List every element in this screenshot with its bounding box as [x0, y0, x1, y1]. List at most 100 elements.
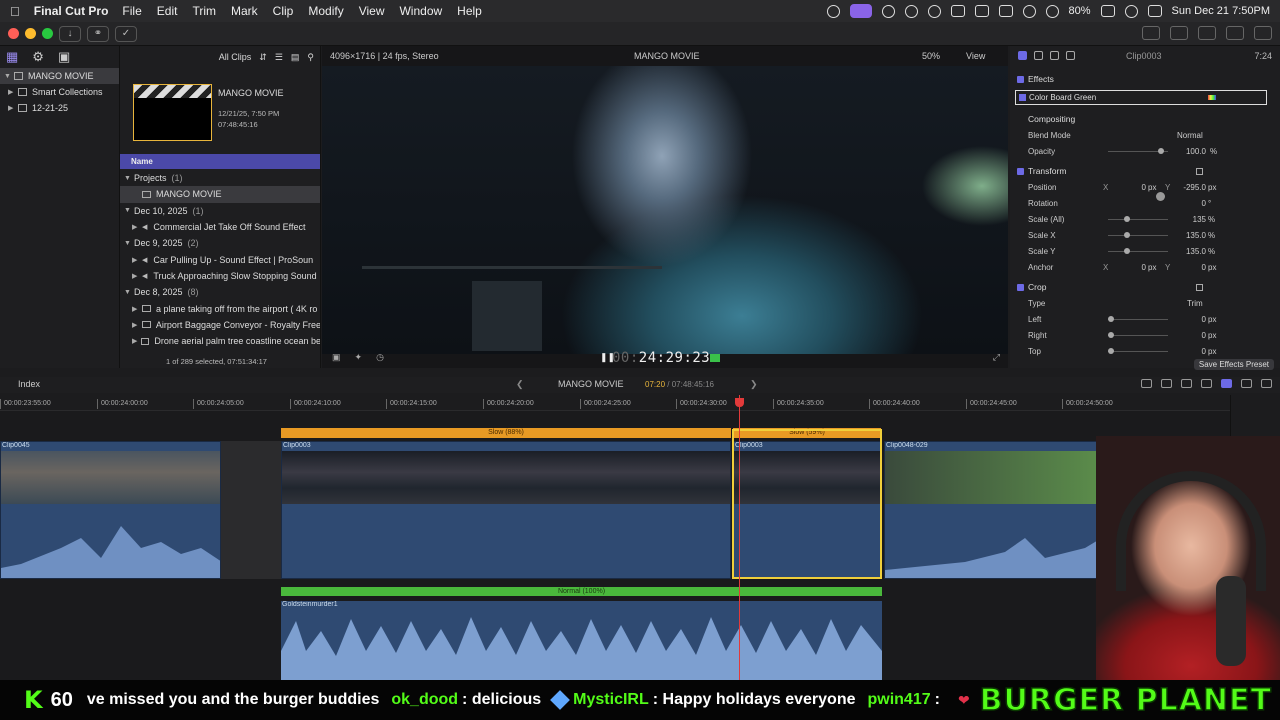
rotation-dial[interactable] — [1156, 192, 1165, 201]
list-item[interactable]: ▶ ◀ Car Pulling Up - Sound Effect | ProSou… — [120, 251, 320, 267]
creative-cloud-icon[interactable] — [826, 4, 840, 18]
crop-top-value[interactable]: 0 — [1180, 347, 1206, 356]
crop-right-value[interactable]: 0 — [1180, 331, 1206, 340]
library-item-event[interactable]: ▶ 12-21-25 — [0, 100, 119, 116]
list-item[interactable]: MANGO MOVIE — [120, 186, 320, 203]
slider-knob[interactable] — [1108, 347, 1114, 354]
screen-mirror-icon[interactable] — [998, 5, 1013, 17]
slider-knob[interactable] — [1108, 315, 1114, 322]
color-board-icon[interactable] — [1208, 95, 1216, 100]
back-arrow-icon[interactable]: ❮ — [516, 379, 524, 390]
disclosure-down-icon[interactable]: ▼ — [124, 207, 134, 214]
anchor-row[interactable]: Anchor X 0 px Y 0 px — [1010, 259, 1280, 275]
scale-y-value[interactable]: 135.0 — [1180, 247, 1206, 256]
browser-toggle-icon[interactable] — [1170, 26, 1188, 40]
slider-knob[interactable] — [1108, 331, 1114, 338]
all-clips-filter[interactable]: All Clips — [219, 52, 252, 62]
rotation-row[interactable]: Rotation 0 ° — [1010, 192, 1280, 211]
solo-icon[interactable] — [1201, 379, 1212, 388]
apple-menu-icon[interactable]:  — [10, 4, 20, 19]
retime-bar[interactable]: Slow (88%) — [281, 428, 731, 438]
slider-knob[interactable] — [1124, 215, 1130, 222]
menu-file[interactable]: File — [122, 4, 141, 18]
audio-skimming-icon[interactable] — [1181, 379, 1192, 388]
list-group[interactable]: ▼ Dec 9, 2025 (2) — [120, 235, 320, 251]
bluetooth-icon[interactable] — [1022, 4, 1036, 18]
menu-modify[interactable]: Modify — [308, 4, 343, 18]
play-status-icon[interactable] — [927, 4, 941, 18]
library-item-smart-collections[interactable]: ▶ Smart Collections — [0, 84, 119, 100]
opacity-value[interactable]: 100.0 — [1180, 147, 1206, 156]
slider-knob[interactable] — [1158, 147, 1164, 154]
disclosure-down-icon[interactable]: ▼ — [124, 175, 134, 182]
position-row[interactable]: Position X 0 px Y -295.0 px — [1010, 179, 1280, 195]
list-group[interactable]: ▼ Projects (1) — [120, 170, 320, 186]
slider-knob[interactable] — [1124, 247, 1130, 254]
blend-mode-row[interactable]: Blend Mode Normal — [1010, 127, 1280, 143]
disclosure-right-icon[interactable]: ▶ — [132, 305, 142, 313]
position-y-value[interactable]: -295.0 — [1180, 183, 1206, 192]
enhance-tool-icon[interactable]: ✦ — [355, 352, 363, 363]
effects-browser-icon[interactable] — [1241, 379, 1252, 388]
effect-checkbox[interactable] — [1019, 94, 1026, 101]
forward-arrow-icon[interactable]: ❯ — [750, 379, 758, 390]
disclosure-right-icon[interactable]: ▶ — [132, 256, 142, 264]
audio-inspector-icon[interactable] — [1050, 51, 1059, 60]
spotlight-icon[interactable] — [1124, 4, 1138, 18]
battery-icon[interactable] — [1100, 5, 1115, 17]
clip-height-icon[interactable] — [1161, 379, 1172, 388]
disclosure-down-icon[interactable]: ▼ — [4, 73, 14, 80]
crop-checkbox[interactable] — [1017, 283, 1024, 291]
inspector-toggle-icon[interactable] — [1226, 26, 1244, 40]
obs-icon[interactable] — [881, 4, 895, 18]
search-icon[interactable]: ⚲ — [307, 52, 314, 63]
scale-y-row[interactable]: Scale Y 135.0% — [1010, 243, 1280, 259]
filter-chevron-icon[interactable]: ⇵ — [259, 52, 267, 63]
view-menu[interactable]: View — [966, 51, 985, 61]
crop-onscreen-icon[interactable] — [1196, 283, 1203, 291]
crop-right-row[interactable]: Right 0 px — [1010, 327, 1280, 343]
list-item[interactable]: ▶ ◀ Commercial Jet Take Off Sound Effect — [120, 219, 320, 235]
list-view-icon[interactable]: ☰ — [275, 52, 283, 63]
keyword-icon[interactable]: ⚭ — [87, 25, 109, 42]
minimize-window-button[interactable] — [25, 28, 36, 39]
crop-top-slider[interactable] — [1108, 347, 1168, 354]
speed-tool-icon[interactable]: ◷ — [376, 352, 384, 363]
anchor-y-value[interactable]: 0 — [1180, 263, 1206, 272]
crop-left-value[interactable]: 0 — [1180, 315, 1206, 324]
disclosure-right-icon[interactable]: ▶ — [132, 223, 142, 231]
disclosure-right-icon[interactable]: ▶ — [8, 104, 18, 112]
disclosure-right-icon[interactable]: ▶ — [132, 321, 142, 329]
fullscreen-icon[interactable]: ⤢ — [993, 352, 1000, 363]
position-x-value[interactable]: 0 — [1120, 183, 1146, 192]
crop-right-slider[interactable] — [1108, 331, 1168, 338]
crop-type-row[interactable]: Type Trim — [1010, 295, 1280, 311]
record-icon[interactable] — [904, 4, 918, 18]
menu-edit[interactable]: Edit — [157, 4, 178, 18]
disclosure-right-icon[interactable]: ▶ — [132, 272, 142, 280]
zoom-window-button[interactable] — [42, 28, 53, 39]
effect-row-color-board[interactable]: Color Board Green — [1015, 90, 1267, 105]
audio-retime-bar[interactable]: Normal (100%) — [281, 587, 882, 596]
menu-clip[interactable]: Clip — [273, 4, 294, 18]
zoom-menu[interactable]: 50% — [922, 51, 940, 61]
scale-all-slider[interactable] — [1108, 215, 1168, 222]
audio-lanes-icon[interactable] — [1141, 379, 1152, 388]
timeline[interactable]: Clip0045 Slow (88%) Clip0003 Slow (59%) … — [0, 411, 1230, 680]
timeline-clip[interactable]: Clip0003 — [281, 441, 731, 579]
crop-section[interactable]: Crop — [1010, 279, 1280, 295]
scale-all-row[interactable]: Scale (All) 135% — [1010, 211, 1280, 227]
slider-knob[interactable] — [1124, 231, 1130, 238]
playhead-timecode[interactable]: 00:24:29:23 — [612, 350, 710, 366]
library-item-mango-movie[interactable]: ▼ MANGO MOVIE — [0, 68, 119, 84]
disclosure-right-icon[interactable]: ▶ — [132, 337, 141, 345]
effects-section[interactable]: Effects — [1010, 71, 1280, 87]
transform-tool-icon[interactable]: ▣ — [332, 352, 341, 363]
effects-checkbox[interactable] — [1017, 75, 1024, 83]
photos-audio-tab-icon[interactable]: ⚙ — [32, 49, 44, 65]
share-icon[interactable] — [1254, 26, 1272, 40]
menu-view[interactable]: View — [359, 4, 385, 18]
import-icon[interactable]: ↓ — [59, 25, 81, 42]
list-item[interactable]: ▶ a plane taking off from the airport ( 4… — [120, 300, 320, 316]
project-thumbnail[interactable] — [133, 84, 212, 141]
